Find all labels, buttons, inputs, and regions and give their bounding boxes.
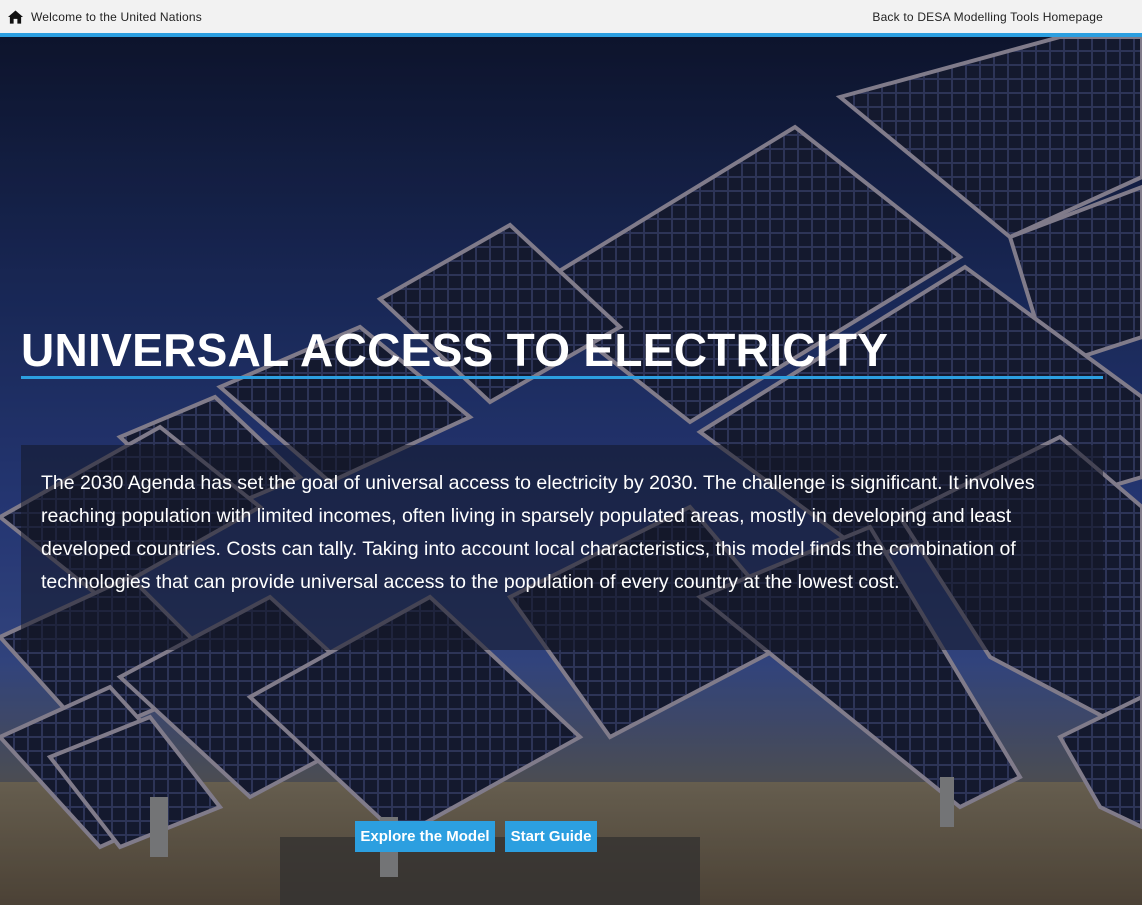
title-underline	[21, 376, 1103, 379]
start-guide-button[interactable]: Start Guide	[505, 821, 597, 852]
explore-model-button[interactable]: Explore the Model	[355, 821, 495, 852]
hero-section: UNIVERSAL ACCESS TO ELECTRICITY The 2030…	[0, 37, 1142, 905]
welcome-link[interactable]: Welcome to the United Nations	[31, 10, 202, 24]
back-to-desa-link[interactable]: Back to DESA Modelling Tools Homepage	[872, 10, 1103, 24]
home-icon[interactable]	[8, 9, 23, 24]
welcome-group[interactable]: Welcome to the United Nations	[8, 10, 202, 24]
page-title: UNIVERSAL ACCESS TO ELECTRICITY	[21, 324, 889, 376]
description-text: The 2030 Agenda has set the goal of univ…	[41, 472, 1035, 593]
description-box: The 2030 Agenda has set the goal of univ…	[21, 445, 1103, 650]
top-bar: Welcome to the United Nations Back to DE…	[0, 0, 1142, 33]
